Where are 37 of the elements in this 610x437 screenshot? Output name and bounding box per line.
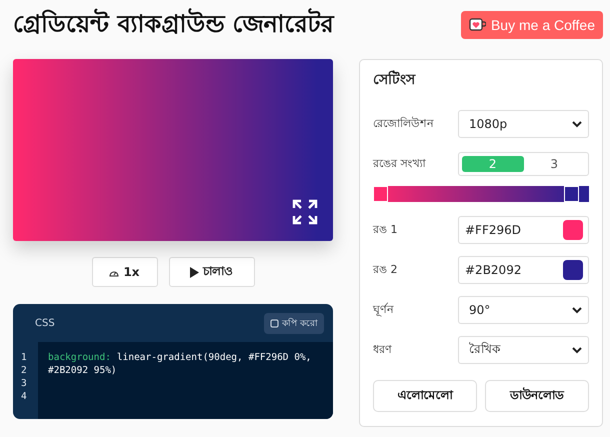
setting-label: ধরণ	[373, 342, 392, 358]
code-value: #2B2092 95%)	[48, 365, 117, 376]
randomize-button[interactable]: এলোমেলো	[373, 380, 477, 412]
setting-label: রঙের সংখ্যা	[373, 156, 426, 172]
chevron-icon	[572, 346, 582, 354]
download-button[interactable]: ডাউনলোড	[485, 380, 589, 412]
code-property: background:	[48, 352, 111, 363]
setting-label: রেজোলিউশন	[373, 116, 434, 132]
color-swatch[interactable]	[563, 220, 583, 240]
line-number: 1	[21, 351, 28, 364]
line-number: 4	[21, 390, 28, 403]
code-value: linear-gradient(90deg, #FF296D 0%,	[116, 352, 312, 363]
line-number: 3	[21, 377, 28, 390]
chevron-icon	[572, 306, 582, 314]
play-button[interactable]: চালাও	[168, 257, 254, 287]
code-tab[interactable]: CSS	[35, 318, 55, 328]
line-number: 2	[21, 364, 28, 377]
setting-label: রঙ 1	[373, 222, 398, 238]
play-icon	[190, 266, 199, 278]
page-title: গ্রেডিয়েন্ট ব্যাকগ্রাউন্ড জেনারেটর	[13, 7, 334, 40]
color-swatch[interactable]	[563, 260, 583, 280]
color-input[interactable]: #2B2092	[458, 256, 589, 284]
copy-button[interactable]: কপি করো	[264, 312, 324, 334]
dropdown[interactable]: রৈখিক	[458, 336, 589, 364]
setting-label: ঘূর্ণন	[373, 302, 394, 318]
color-stop-handle[interactable]	[564, 186, 579, 202]
color-stop-handle[interactable]	[373, 186, 388, 202]
speed-button[interactable]: 1x	[92, 257, 158, 287]
cup-icon	[468, 18, 486, 32]
chevron-icon	[572, 120, 582, 128]
color-input[interactable]: #FF296D	[458, 216, 589, 244]
setting-label: রঙ 2	[373, 262, 398, 278]
fullscreen-icon[interactable]	[292, 199, 318, 225]
dropdown[interactable]: 90°	[458, 296, 589, 324]
dropdown[interactable]: 1080p	[458, 110, 589, 138]
settings-title: সেটিংস	[373, 69, 417, 90]
copy-icon	[270, 318, 280, 328]
